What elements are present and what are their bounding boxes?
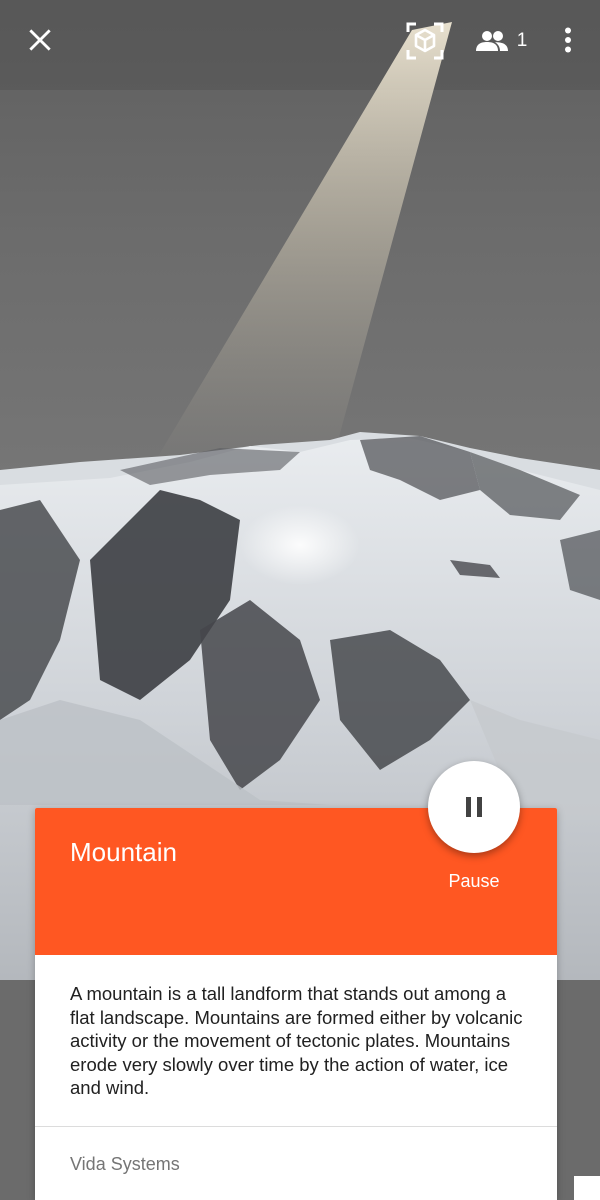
people-icon: [475, 31, 508, 51]
participants-button[interactable]: 1: [466, 18, 536, 64]
participant-count: 1: [516, 30, 528, 51]
top-toolbar: 1: [0, 0, 600, 82]
close-icon: [29, 29, 51, 51]
card-description: A mountain is a tall landform that stand…: [70, 983, 523, 1098]
more-options-button[interactable]: [548, 16, 588, 64]
close-button[interactable]: [16, 16, 64, 64]
card-divider: [35, 1126, 557, 1127]
publisher-label: Vida Systems: [70, 1154, 180, 1174]
info-card: Mountain A mountain is a tall landform t…: [35, 808, 557, 1200]
ar-cube-icon: [406, 22, 444, 60]
corner-edge: [574, 1176, 600, 1200]
pause-label: Pause: [448, 871, 500, 891]
pause-icon: [466, 797, 482, 817]
card-title: Mountain: [70, 837, 177, 867]
pause-button[interactable]: [428, 761, 520, 853]
more-vertical-icon: [565, 27, 571, 53]
ar-view-button[interactable]: [400, 16, 450, 66]
